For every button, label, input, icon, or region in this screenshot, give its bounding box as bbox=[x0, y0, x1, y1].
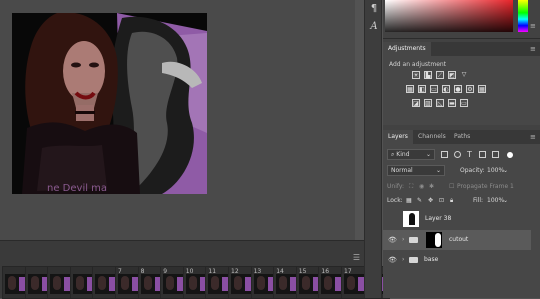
hue-saturation-icon[interactable]: ◧ bbox=[418, 85, 426, 93]
adjustments-panel: Adjustments ≡ Add an adjustment ☀ ▙ ⟋ ◩ … bbox=[383, 42, 540, 125]
filter-kind-value: Kind bbox=[396, 151, 410, 158]
chevron-right-icon[interactable]: › bbox=[402, 256, 404, 263]
panel-menu-icon[interactable]: ≡ bbox=[530, 45, 536, 53]
layer-thumbnail bbox=[403, 211, 419, 227]
layer-name[interactable]: base bbox=[424, 250, 438, 270]
unify-row: Unify: ⛶ ◉ ✱ ☐ Propagate Frame 1 bbox=[387, 181, 536, 193]
gradient-map-icon[interactable]: ▬ bbox=[448, 99, 456, 107]
gradient-icon[interactable]: ▽ bbox=[460, 71, 468, 79]
lock-all-icon[interactable]: 🔒︎ bbox=[450, 195, 453, 207]
selective-color-icon[interactable]: ▭ bbox=[460, 99, 468, 107]
lock-image-icon[interactable]: ✎ bbox=[417, 195, 422, 207]
layer-row[interactable]: 👁︎ › base bbox=[383, 250, 531, 270]
layers-tabbar: Layers Channels Paths ≡ bbox=[383, 130, 540, 144]
filter-type-icon[interactable]: T bbox=[467, 149, 472, 161]
filter-adjustment-icon[interactable] bbox=[454, 151, 461, 158]
posterize-icon[interactable]: ▨ bbox=[424, 99, 432, 107]
canvas-artwork: ne Devil ma bbox=[12, 13, 207, 194]
invert-icon[interactable]: ◪ bbox=[412, 99, 420, 107]
color-picker-field[interactable] bbox=[385, 0, 513, 32]
timeline-panel[interactable]: ☰ 789101112131415161718 bbox=[0, 240, 390, 299]
tab-paths[interactable]: Paths bbox=[449, 130, 475, 144]
panel-menu-icon[interactable]: ≡ bbox=[530, 133, 536, 141]
exposure-icon[interactable]: ◩ bbox=[448, 71, 456, 79]
panel-menu-icon[interactable]: ☰ bbox=[353, 253, 360, 262]
black-white-icon[interactable]: ◐ bbox=[442, 85, 450, 93]
layer-name[interactable]: Layer 38 bbox=[425, 209, 451, 229]
folder-icon bbox=[409, 237, 418, 243]
filter-toggle-icon[interactable] bbox=[507, 152, 513, 158]
chevron-down-icon[interactable]: ⌄ bbox=[503, 165, 508, 177]
folder-icon bbox=[409, 257, 418, 263]
opacity-input[interactable]: 100% bbox=[487, 165, 504, 177]
curves-icon[interactable]: ⟋ bbox=[436, 71, 444, 79]
blend-row: Normal ⌄ Opacity: 100% ⌄ bbox=[387, 165, 536, 177]
document-canvas[interactable]: ne Devil ma bbox=[12, 13, 207, 194]
canvas-workspace[interactable]: ne Devil ma bbox=[0, 0, 355, 240]
lock-label: Lock: bbox=[387, 197, 403, 204]
levels-icon[interactable]: ▙ bbox=[424, 71, 432, 79]
panel-icons-strip: ¶ A bbox=[364, 0, 382, 298]
hue-slider[interactable] bbox=[518, 0, 528, 32]
color-lookup-icon[interactable]: ▦ bbox=[478, 85, 486, 93]
tab-channels[interactable]: Channels bbox=[413, 130, 451, 144]
unify-style-icon[interactable]: ✱ bbox=[429, 181, 434, 193]
character-icon[interactable]: A bbox=[367, 20, 381, 34]
layer-name[interactable]: cutout bbox=[449, 230, 468, 250]
vibrance-icon[interactable]: ▦ bbox=[406, 85, 414, 93]
layer-row-selected[interactable]: 👁︎ › cutout bbox=[383, 230, 531, 250]
adjustments-tabbar: Adjustments ≡ bbox=[383, 42, 540, 56]
tab-layers[interactable]: Layers bbox=[383, 130, 413, 144]
filter-smart-object-icon[interactable] bbox=[492, 151, 499, 158]
blend-mode-select[interactable]: Normal ⌄ bbox=[387, 165, 445, 176]
paragraph-icon[interactable]: ¶ bbox=[367, 2, 381, 16]
lock-row: Lock: ▦ ✎ ✥ ⊡ 🔒︎ Fill: 100% ⌄ bbox=[387, 195, 536, 207]
layer-filter-row: ⌕ Kind ⌄ T bbox=[387, 149, 536, 161]
eye-icon[interactable]: 👁︎ bbox=[388, 236, 397, 244]
tab-adjustments[interactable]: Adjustments bbox=[383, 42, 431, 56]
propagate-checkbox[interactable]: ☐ bbox=[449, 181, 454, 193]
photo-filter-icon[interactable]: ● bbox=[454, 85, 462, 93]
blend-mode-value: Normal bbox=[391, 167, 413, 174]
filter-kind-select[interactable]: ⌕ Kind ⌄ bbox=[387, 149, 435, 160]
mask-thumbnail[interactable] bbox=[426, 232, 442, 248]
color-panel: ≡ bbox=[383, 0, 540, 39]
adjustments-hint: Add an adjustment bbox=[389, 61, 447, 68]
chevron-right-icon[interactable]: › bbox=[402, 236, 404, 243]
layers-panel: Layers Channels Paths ≡ ⌕ Kind ⌄ T Norma… bbox=[383, 130, 540, 298]
color-balance-icon[interactable]: ▭ bbox=[430, 85, 438, 93]
lock-pixels-icon[interactable]: ▦ bbox=[406, 195, 412, 207]
lock-position-icon[interactable]: ✥ bbox=[428, 195, 433, 207]
filter-shape-icon[interactable] bbox=[479, 151, 486, 158]
right-panels: ≡ Adjustments ≡ Add an adjustment ☀ ▙ ⟋ … bbox=[383, 0, 540, 298]
lock-artboard-icon[interactable]: ⊡ bbox=[439, 195, 444, 207]
unify-position-icon[interactable]: ⛶ bbox=[409, 181, 413, 193]
propagate-label: Propagate Frame 1 bbox=[457, 183, 514, 190]
filter-pixel-icon[interactable] bbox=[441, 151, 448, 158]
threshold-icon[interactable]: ◺ bbox=[436, 99, 444, 107]
fill-input[interactable]: 100% bbox=[487, 195, 504, 207]
search-icon: ⌕ bbox=[391, 151, 395, 158]
unify-label: Unify: bbox=[387, 183, 405, 190]
unify-visibility-icon[interactable]: ◉ bbox=[419, 181, 424, 193]
chevron-down-icon[interactable]: ⌄ bbox=[503, 195, 508, 207]
layer-row[interactable]: Layer 38 bbox=[383, 209, 531, 229]
opacity-label: Opacity: bbox=[460, 167, 485, 174]
channel-mixer-icon[interactable]: ⚙ bbox=[466, 85, 474, 93]
eye-icon[interactable]: 👁︎ bbox=[388, 256, 397, 264]
chevron-down-icon: ⌄ bbox=[435, 167, 441, 174]
fill-label: Fill: bbox=[473, 197, 484, 204]
brightness-contrast-icon[interactable]: ☀ bbox=[412, 71, 420, 79]
panel-menu-icon[interactable]: ≡ bbox=[530, 22, 536, 30]
chevron-down-icon: ⌄ bbox=[425, 151, 431, 158]
